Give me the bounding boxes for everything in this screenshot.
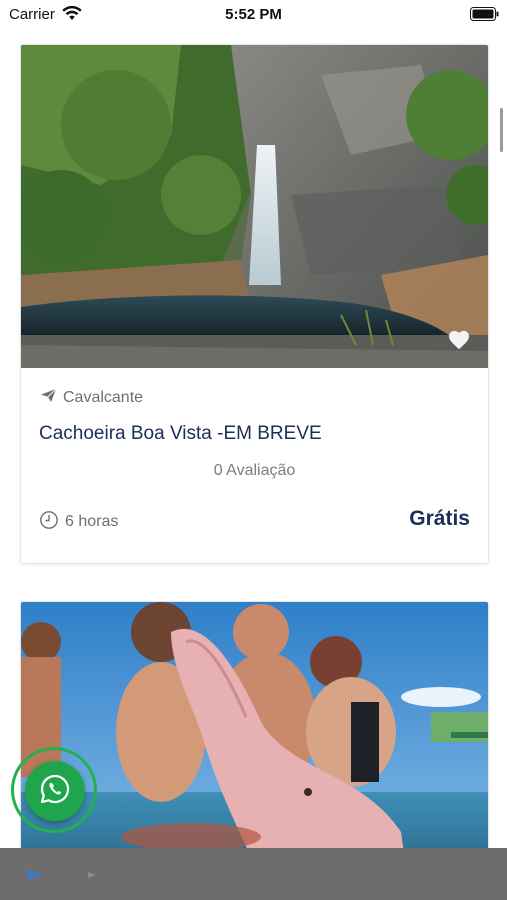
clock-icon bbox=[39, 510, 59, 535]
heart-icon[interactable] bbox=[448, 330, 470, 355]
reviews-count: 0 Avaliação bbox=[213, 462, 296, 479]
forward-arrow-icon[interactable] bbox=[86, 868, 100, 886]
duration-row: 6 horas bbox=[39, 510, 119, 535]
duration-label: 6 horas bbox=[65, 513, 119, 530]
price-label: Grátis bbox=[409, 507, 470, 530]
scroll-indicator[interactable] bbox=[500, 108, 503, 152]
status-bar: Carrier 5:52 PM bbox=[0, 0, 507, 30]
whatsapp-button[interactable] bbox=[25, 761, 85, 821]
whatsapp-icon bbox=[39, 773, 71, 810]
tour-card[interactable]: Cavalcante Cachoeira Boa Vista -EM BREVE… bbox=[20, 44, 489, 564]
screen: Carrier 5:52 PM Cavalcante Cachoeira Boa… bbox=[0, 0, 507, 900]
clock-label: 5:52 PM bbox=[225, 6, 282, 23]
location-row: Cavalcante bbox=[40, 387, 143, 409]
back-arrow-icon[interactable] bbox=[26, 868, 40, 886]
battery-icon bbox=[470, 7, 500, 26]
bottom-toolbar bbox=[0, 848, 507, 900]
tour-title[interactable]: Cachoeira Boa Vista -EM BREVE bbox=[39, 423, 322, 445]
paper-plane-icon bbox=[40, 388, 57, 408]
location-label: Cavalcante bbox=[63, 389, 144, 406]
waterfall-photo[interactable] bbox=[21, 45, 488, 368]
